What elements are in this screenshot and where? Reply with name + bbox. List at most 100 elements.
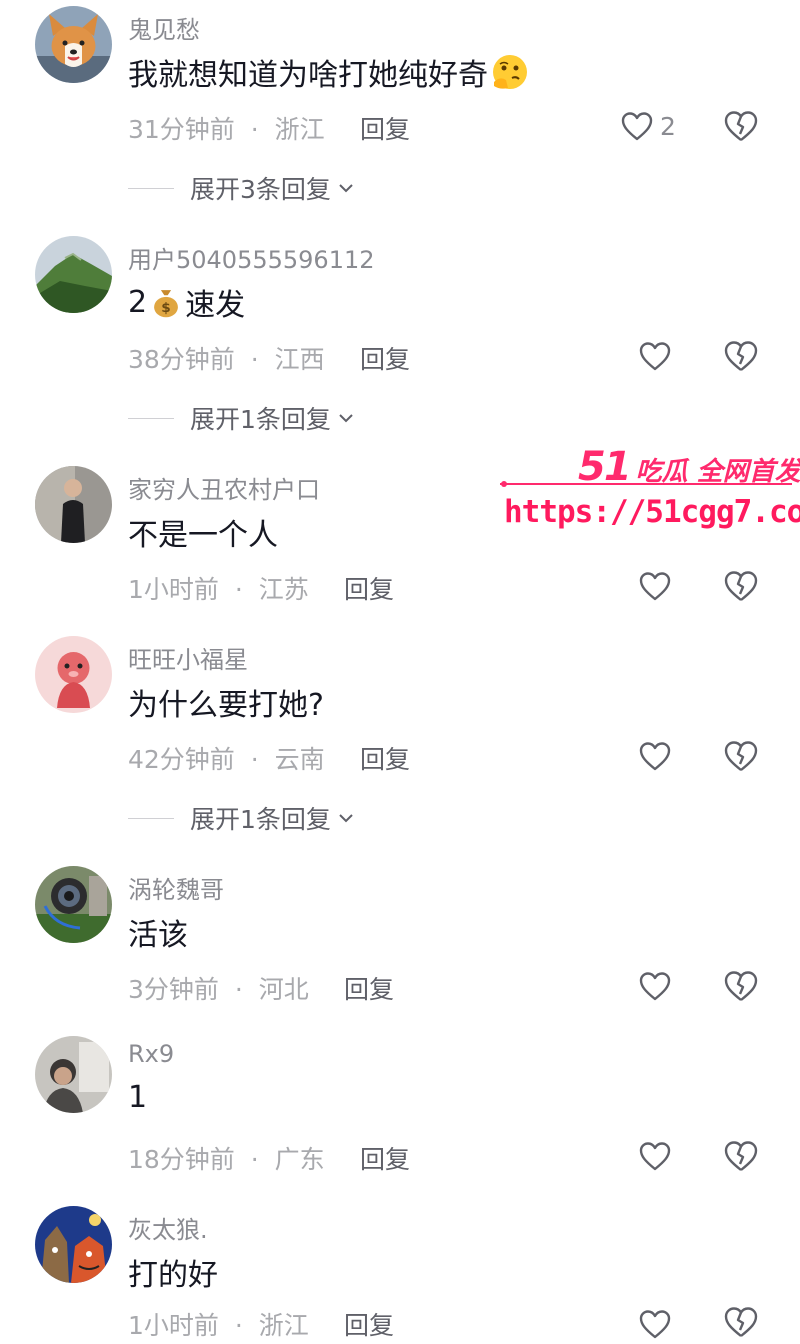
- expand-replies[interactable]: 展开1条回复: [128, 398, 357, 438]
- meta-separator: ·: [234, 975, 243, 1004]
- expand-replies-label: 展开1条回复: [190, 405, 331, 434]
- comment-location: 浙江: [274, 115, 325, 144]
- comment-time: 1小时前: [128, 575, 219, 604]
- comment-text: 为什么要打她?: [128, 680, 324, 724]
- broken-heart-icon: [724, 341, 758, 371]
- comment-username[interactable]: 鬼见愁: [128, 10, 200, 45]
- heart-icon: [639, 972, 671, 1001]
- broken-heart-icon: [724, 1141, 758, 1171]
- comment-text: 活该: [128, 910, 188, 954]
- avatar[interactable]: [35, 236, 112, 313]
- like-button[interactable]: [638, 736, 672, 776]
- comment-meta: 38分钟前 · 江西: [128, 340, 325, 376]
- expand-replies-label: 展开3条回复: [190, 175, 331, 204]
- comment-username[interactable]: Rx9: [128, 1040, 174, 1068]
- meta-separator: ·: [250, 745, 259, 774]
- heart-icon: [639, 572, 671, 601]
- comment-text-content: 不是一个人: [128, 518, 278, 553]
- broken-heart-icon: [724, 571, 758, 601]
- dislike-button[interactable]: [723, 1304, 759, 1340]
- comment-time: 31分钟前: [128, 115, 235, 144]
- broken-heart-icon: [724, 971, 758, 1001]
- reply-button[interactable]: 回复: [344, 1306, 394, 1342]
- comment-time: 42分钟前: [128, 745, 235, 774]
- comment-username[interactable]: 灰太狼.: [128, 1210, 208, 1245]
- comment-text: 2 $ 速发: [128, 280, 245, 324]
- divider: [128, 417, 174, 419]
- watermark-underline: [500, 481, 792, 487]
- comment-username[interactable]: 用户5040555596112: [128, 240, 375, 275]
- avatar[interactable]: [35, 466, 112, 543]
- comment-time: 38分钟前: [128, 345, 235, 374]
- expand-replies[interactable]: 展开1条回复: [128, 798, 357, 838]
- comment-location: 江苏: [258, 575, 309, 604]
- avatar[interactable]: [35, 6, 112, 83]
- chevron-down-icon: [339, 184, 353, 193]
- avatar[interactable]: [35, 866, 112, 943]
- comment-location: 云南: [274, 745, 325, 774]
- comment-text-content: 速发: [185, 288, 246, 323]
- heart-icon: [639, 1310, 671, 1339]
- comment-meta: 1小时前 · 浙江: [128, 1306, 309, 1342]
- comment-text: 打的好: [128, 1250, 218, 1294]
- avatar[interactable]: [35, 1206, 112, 1283]
- dislike-button[interactable]: [723, 738, 759, 774]
- dislike-button[interactable]: [723, 568, 759, 604]
- heart-icon: [639, 342, 671, 371]
- reply-button[interactable]: 回复: [344, 970, 394, 1006]
- comment-username[interactable]: 家穷人丑农村户口: [128, 470, 320, 505]
- comment-time: 1小时前: [128, 1311, 219, 1340]
- meta-separator: ·: [234, 1311, 243, 1340]
- comment-text-content: 我就想知道为啥打她纯好奇: [128, 58, 488, 93]
- reply-button[interactable]: 回复: [360, 740, 410, 776]
- heart-icon: [639, 1142, 671, 1171]
- dislike-button[interactable]: [723, 338, 759, 374]
- watermark-url: https://51cgg7.com: [504, 494, 800, 530]
- comment-time: 18分钟前: [128, 1145, 235, 1174]
- comment-username[interactable]: 涡轮魏哥: [128, 870, 224, 905]
- reply-button[interactable]: 回复: [360, 1140, 410, 1176]
- chevron-down-icon: [339, 414, 353, 423]
- money-bag-icon: $: [149, 282, 183, 322]
- avatar[interactable]: [35, 636, 112, 713]
- expand-replies[interactable]: 展开3条回复: [128, 168, 357, 208]
- watermark: 51 吃瓜 全网首发 https://51cgg7.com: [498, 440, 800, 540]
- comment-username[interactable]: 旺旺小福星: [128, 640, 248, 675]
- comment-time: 3分钟前: [128, 975, 219, 1004]
- broken-heart-icon: [724, 1307, 758, 1337]
- dislike-button[interactable]: [723, 108, 759, 144]
- like-button[interactable]: [638, 1304, 672, 1344]
- meta-separator: ·: [250, 345, 259, 374]
- comment-meta: 31分钟前 · 浙江: [128, 110, 325, 146]
- comment-meta: 18分钟前 · 广东: [128, 1140, 325, 1176]
- like-button[interactable]: [638, 336, 672, 376]
- comment-text: 不是一个人: [128, 510, 278, 554]
- meta-separator: ·: [250, 1145, 259, 1174]
- like-button[interactable]: [638, 566, 672, 606]
- divider: [128, 187, 174, 189]
- comment-text-content: 为什么要打她?: [128, 688, 324, 723]
- expand-replies-label: 展开1条回复: [190, 805, 331, 834]
- reply-button[interactable]: 回复: [360, 110, 410, 146]
- broken-heart-icon: [724, 111, 758, 141]
- like-button[interactable]: [638, 1136, 672, 1176]
- reply-button[interactable]: 回复: [344, 570, 394, 606]
- heart-icon: [639, 742, 671, 771]
- like-button[interactable]: [638, 966, 672, 1006]
- comment-meta: 3分钟前 · 河北: [128, 970, 309, 1006]
- svg-text:$: $: [161, 300, 170, 316]
- like-button[interactable]: 2: [620, 106, 676, 146]
- comment-text-prefix: 2: [128, 284, 148, 320]
- divider: [128, 817, 174, 819]
- meta-separator: ·: [250, 115, 259, 144]
- comment-text: 我就想知道为啥打她纯好奇: [128, 50, 532, 94]
- comment-text: 1: [128, 1080, 147, 1115]
- chevron-down-icon: [339, 814, 353, 823]
- comment-text-content: 1: [128, 1080, 148, 1115]
- dislike-button[interactable]: [723, 1138, 759, 1174]
- broken-heart-icon: [724, 741, 758, 771]
- avatar[interactable]: [35, 1036, 112, 1113]
- reply-button[interactable]: 回复: [360, 340, 410, 376]
- comment-location: 江西: [274, 345, 325, 374]
- dislike-button[interactable]: [723, 968, 759, 1004]
